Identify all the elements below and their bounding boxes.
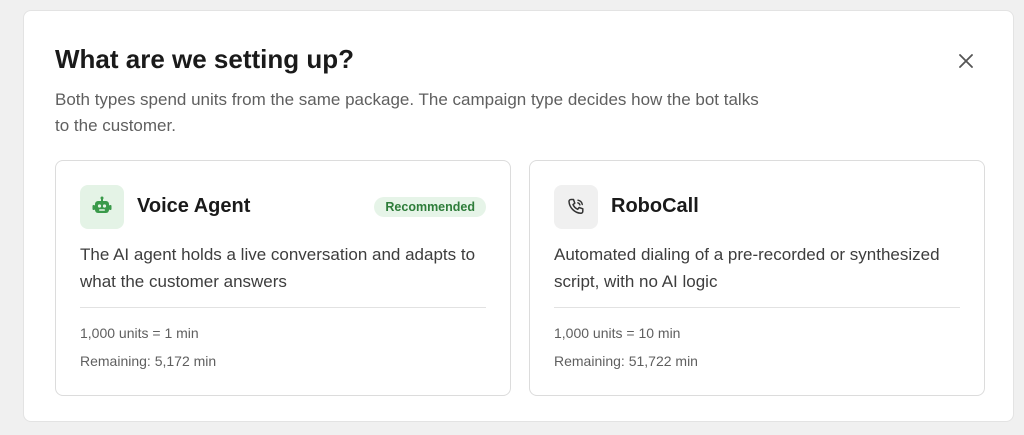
close-icon xyxy=(959,54,973,68)
card-title: RoboCall xyxy=(611,195,699,217)
dialog-subtitle: Both types spend units from the same pac… xyxy=(55,90,759,135)
dialog-title: What are we setting up? xyxy=(55,44,355,74)
robot-icon xyxy=(92,196,112,213)
phone-icon xyxy=(568,198,584,215)
card-divider xyxy=(80,307,486,308)
setup-dialog: What are we setting up? Both types spend… xyxy=(23,10,1014,422)
recommended-badge: Recommended xyxy=(374,197,486,217)
remaining-minutes: Remaining: 51,722 min xyxy=(554,353,698,369)
option-card-robocall[interactable]: RoboCall Automated dialing of a pre-reco… xyxy=(529,160,985,396)
option-card-voice-agent[interactable]: Voice Agent Recommended The AI agent hol… xyxy=(55,160,511,396)
unit-rate: 1,000 units = 1 min xyxy=(80,325,199,341)
unit-rate: 1,000 units = 10 min xyxy=(554,325,681,341)
card-title: Voice Agent xyxy=(137,195,251,217)
robocall-icon-tile xyxy=(554,185,598,229)
card-description: The AI agent holds a live conversation a… xyxy=(80,245,476,291)
card-description: Automated dialing of a pre-recorded or s… xyxy=(554,245,940,291)
remaining-minutes: Remaining: 5,172 min xyxy=(80,353,217,369)
voice-agent-icon-tile xyxy=(80,185,124,229)
card-divider xyxy=(554,307,960,308)
close-button[interactable] xyxy=(952,47,980,75)
